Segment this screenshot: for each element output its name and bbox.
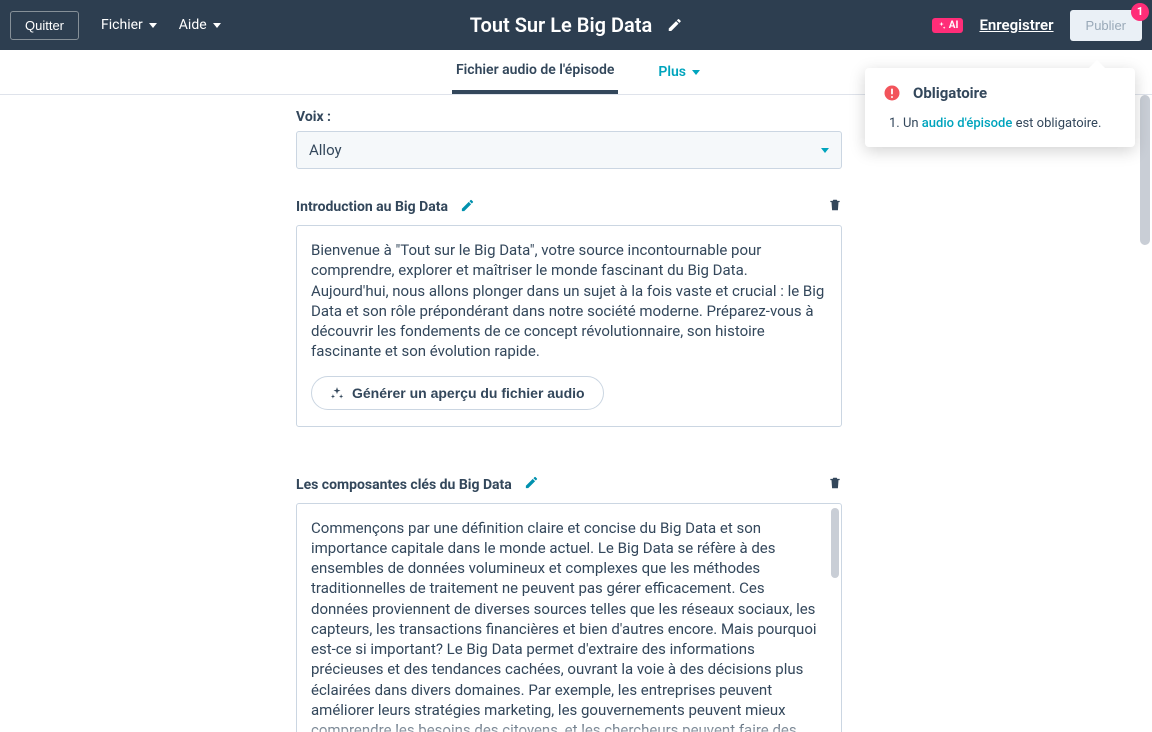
ai-badge[interactable]: AI [932,18,964,33]
generate-preview-button[interactable]: Générer un aperçu du fichier audio [311,376,604,410]
notification-badge: 1 [1131,3,1149,21]
quit-button[interactable]: Quitter [10,11,79,40]
chevron-down-icon [149,23,157,28]
topbar-center: Tout Sur Le Big Data [470,13,683,37]
file-menu-label: Fichier [101,17,143,33]
tab-audio-file[interactable]: Fichier audio de l'épisode [452,50,618,94]
section-title: Introduction au Big Data [296,199,448,215]
section-body[interactable]: Commençons par une définition claire et … [311,518,823,732]
trash-icon[interactable] [828,475,842,495]
chevron-down-icon [213,23,221,28]
fade-overlay [297,718,841,732]
pencil-icon[interactable] [524,475,539,494]
section-body[interactable]: Bienvenue à "Tout sur le Big Data", votr… [311,240,827,362]
voice-select[interactable]: Alloy [296,131,842,169]
help-menu[interactable]: Aide [179,17,221,33]
page-scrollbar-thumb[interactable] [1140,95,1150,245]
content-area: Voix : Alloy Introduction au Big Data Bi… [0,95,1138,732]
chevron-down-icon [692,70,700,75]
topbar-right: AI Enregistrer Publier 1 [932,10,1142,41]
scrollbar-thumb[interactable] [831,508,839,578]
file-menu[interactable]: Fichier [101,17,157,33]
help-menu-label: Aide [179,17,207,33]
section-card: Bienvenue à "Tout sur le Big Data", votr… [296,225,842,427]
popover-link[interactable]: audio d'épisode [922,116,1013,131]
pencil-icon[interactable] [666,17,682,33]
trash-icon[interactable] [828,197,842,217]
popover-body: 1. Un audio d'épisode est obligatoire. [883,116,1117,131]
tab-more-label: Plus [658,64,686,80]
section-header-left: Les composantes clés du Big Data [296,475,539,494]
voice-label: Voix : [296,109,842,125]
tab-more[interactable]: Plus [658,64,700,80]
required-popover: Obligatoire 1. Un audio d'épisode est ob… [865,68,1135,147]
section-header: Les composantes clés du Big Data [296,475,842,495]
popover-title: Obligatoire [913,84,987,102]
chevron-down-icon [821,148,829,153]
generate-preview-label: Générer un aperçu du fichier audio [352,385,585,401]
section-header: Introduction au Big Data [296,197,842,217]
section-title: Les composantes clés du Big Data [296,477,512,493]
section-card: Commençons par une définition claire et … [296,503,842,732]
publish-wrap: Publier 1 [1070,10,1142,41]
pencil-icon[interactable] [460,198,475,217]
form-inner: Voix : Alloy Introduction au Big Data Bi… [296,95,842,732]
top-bar: Quitter Fichier Aide Tout Sur Le Big Dat… [0,0,1152,50]
topbar-left: Quitter Fichier Aide [10,11,221,40]
section-header-left: Introduction au Big Data [296,198,475,217]
popover-text-prefix: 1. Un [889,116,922,131]
voice-selected-value: Alloy [309,141,342,159]
popover-text-suffix: est obligatoire. [1012,116,1101,131]
save-link[interactable]: Enregistrer [979,16,1053,34]
warning-icon [883,84,901,102]
page-title: Tout Sur Le Big Data [470,13,653,37]
popover-header: Obligatoire [883,84,1117,102]
ai-badge-label: AI [949,20,959,31]
